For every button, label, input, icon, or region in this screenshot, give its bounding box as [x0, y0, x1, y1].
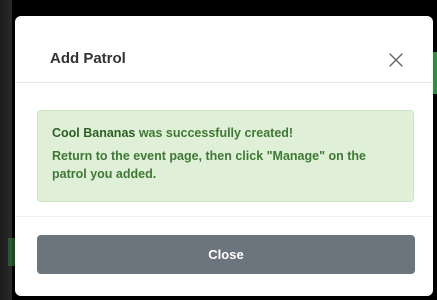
modal-title: Add Patrol — [50, 50, 126, 67]
footer-divider — [15, 216, 433, 217]
instructions-text: Return to the event page, then click "Ma… — [52, 149, 366, 181]
close-x-icon[interactable] — [385, 49, 407, 71]
close-button[interactable]: Close — [37, 235, 415, 274]
add-patrol-modal: Add Patrol Cool Bananas was successfully… — [15, 16, 433, 296]
modal-header: Add Patrol — [15, 16, 433, 83]
created-text: was successfully created! — [135, 126, 294, 140]
close-x-icon-glyph — [389, 53, 403, 67]
patrol-name: Cool Bananas — [52, 126, 136, 140]
success-alert: Cool Bananas was successfully created! R… — [37, 110, 414, 202]
success-message: Cool Bananas was successfully created! — [52, 124, 399, 142]
